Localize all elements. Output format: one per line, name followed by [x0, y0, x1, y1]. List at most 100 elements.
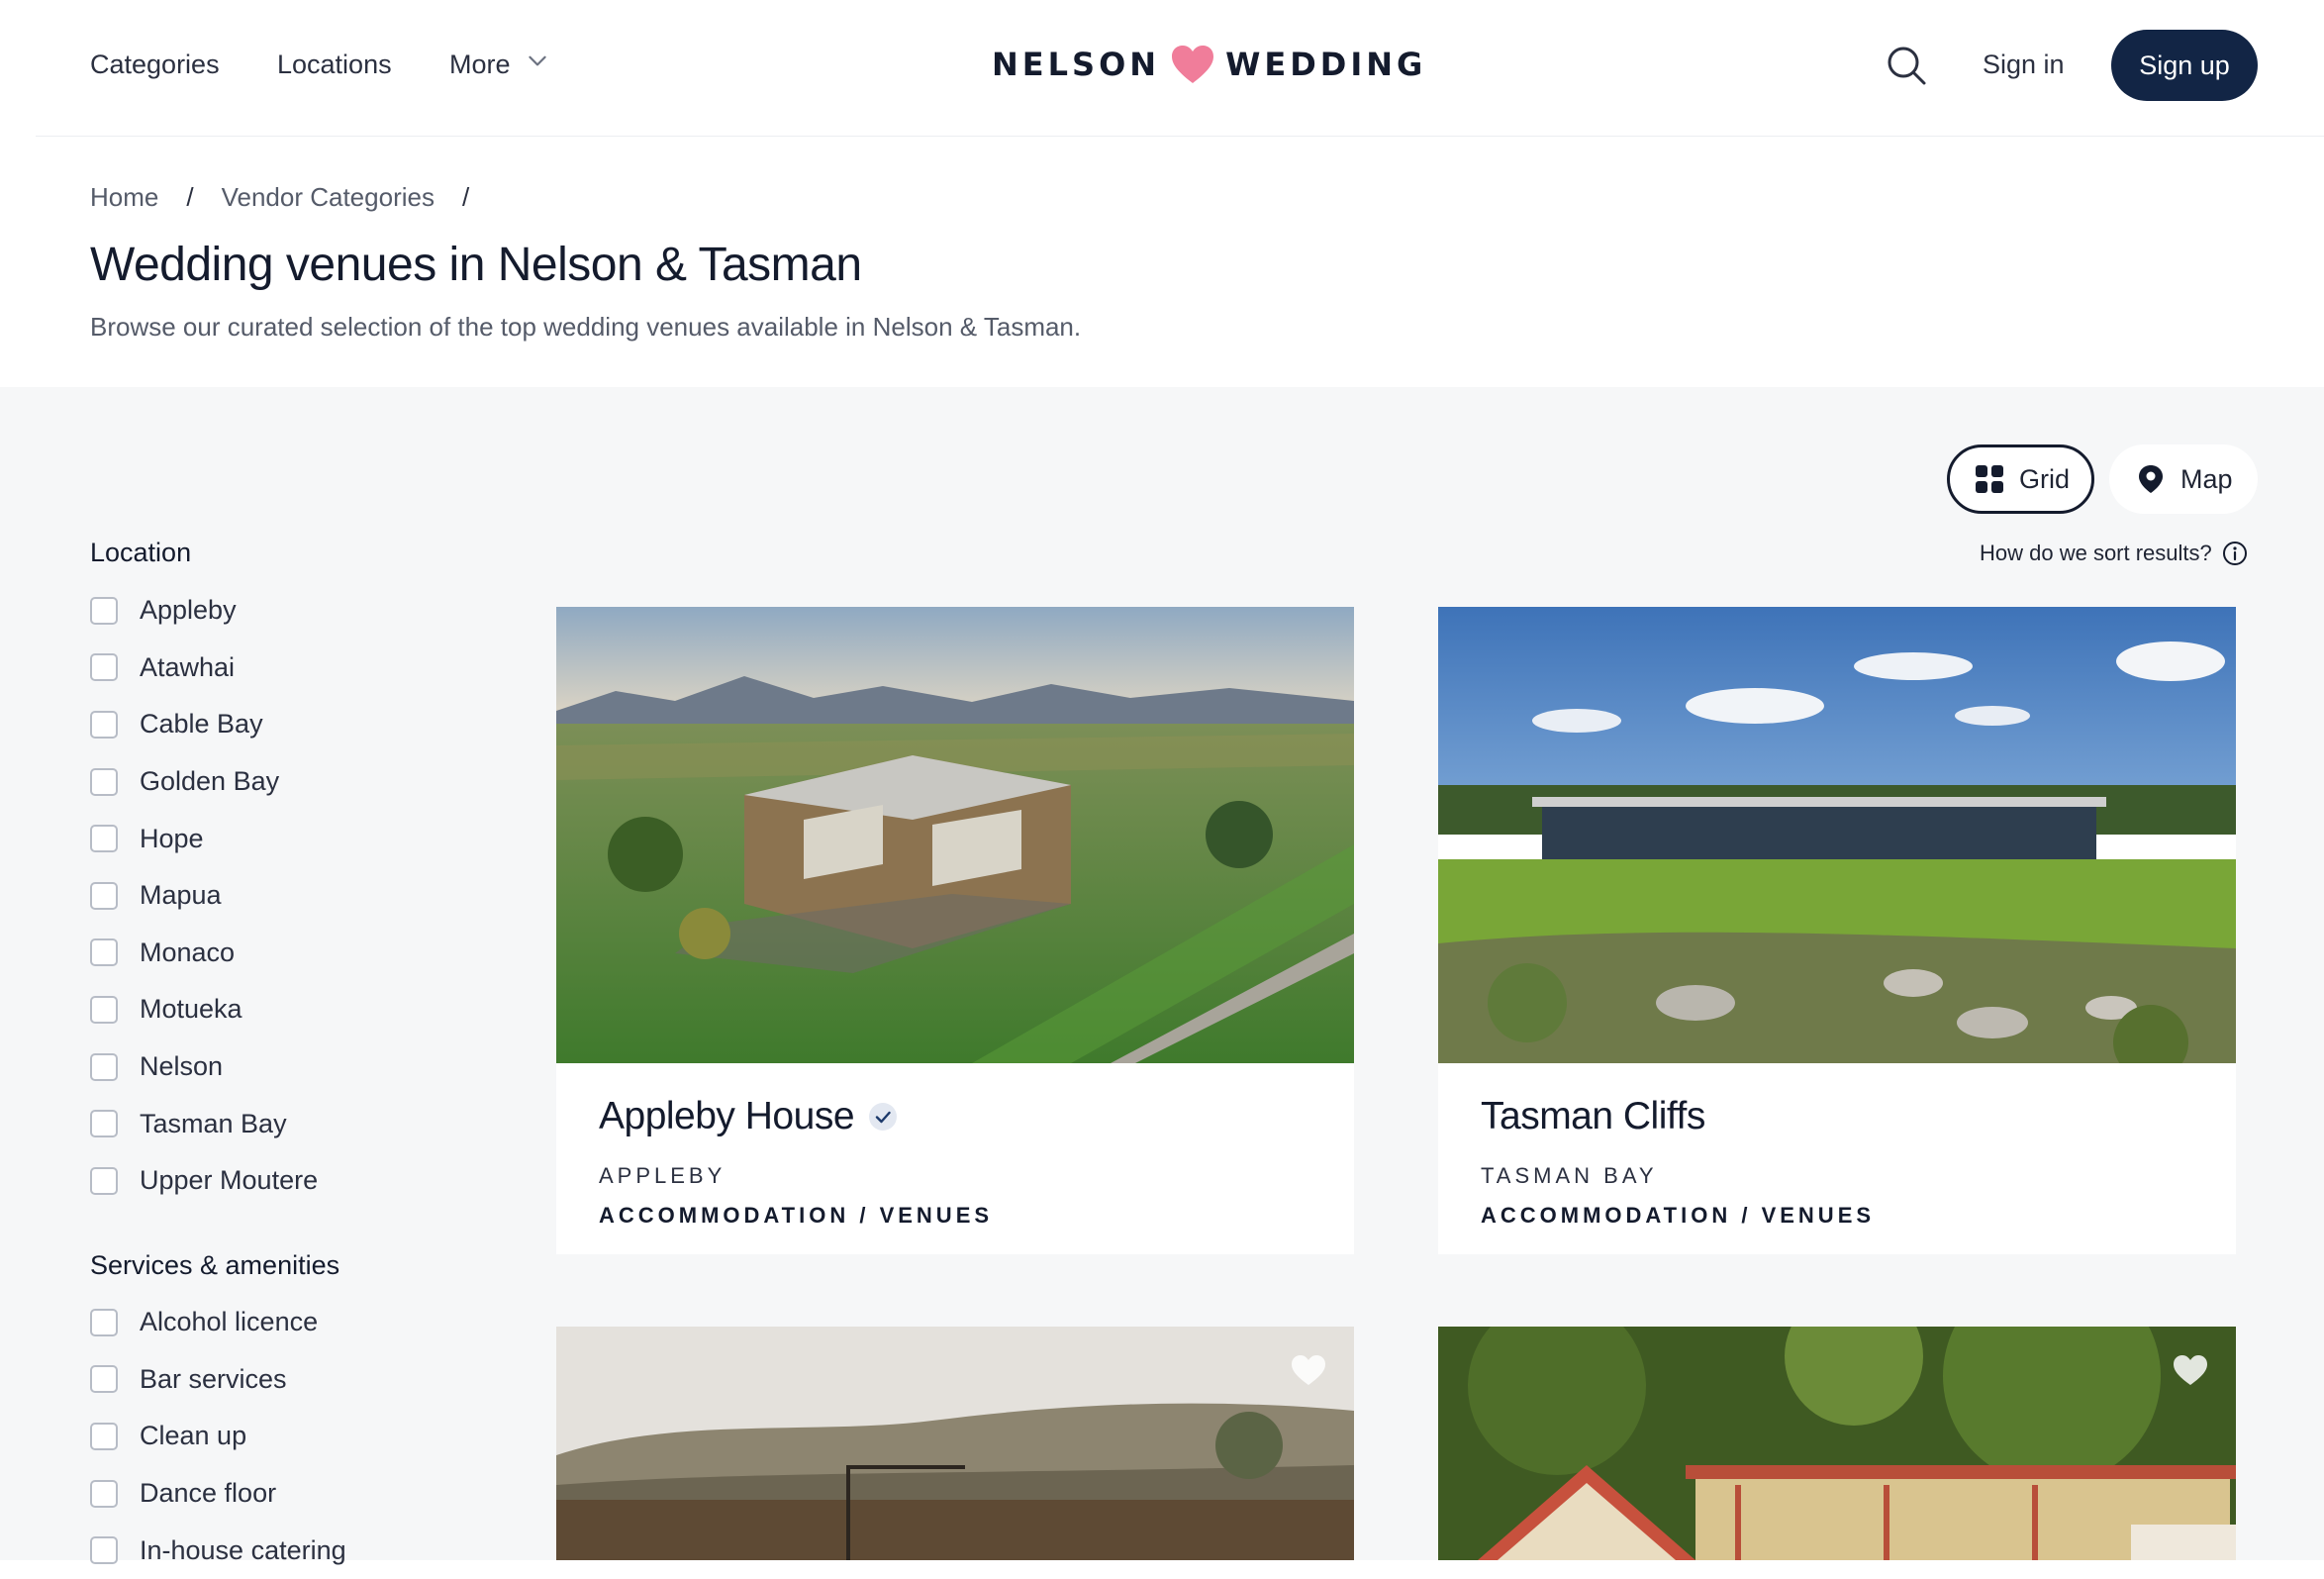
filter-option-label: In-house catering	[140, 1534, 346, 1565]
filter-option-label: Alcohol licence	[140, 1307, 319, 1337]
breadcrumb-home[interactable]: Home	[90, 182, 158, 213]
sort-help-link[interactable]: How do we sort results?	[1980, 541, 2248, 566]
search-button[interactable]	[1885, 44, 1928, 87]
filter-option-clean-up[interactable]: Clean up	[90, 1408, 346, 1465]
checkbox[interactable]	[90, 1479, 118, 1508]
checkbox[interactable]	[90, 938, 118, 967]
site-header: Categories Locations More NELSON WEDDING…	[0, 0, 2324, 137]
venue-name[interactable]: Tasman Cliffs	[1481, 1092, 1705, 1141]
checkbox[interactable]	[90, 1110, 118, 1138]
map-pin-icon	[2135, 463, 2167, 495]
filter-option-dance-floor[interactable]: Dance floor	[90, 1465, 346, 1523]
favorite-button[interactable]	[1289, 1352, 1328, 1388]
favorite-button[interactable]	[2171, 1352, 2210, 1388]
nav-locations[interactable]: Locations	[277, 48, 392, 81]
filter-option-label: Clean up	[140, 1421, 247, 1451]
breadcrumb-vendor-categories[interactable]: Vendor Categories	[222, 182, 435, 213]
services-filter-list: Alcohol licence Bar services Clean up Da…	[90, 1294, 346, 1579]
venue-photo-appleby-house	[556, 607, 1354, 1063]
services-filter-heading: Services & amenities	[90, 1250, 340, 1280]
venue-location: TASMAN BAY	[1481, 1163, 1658, 1188]
filter-option-nelson[interactable]: Nelson	[90, 1038, 318, 1096]
page-title: Wedding venues in Nelson & Tasman	[90, 239, 862, 291]
heart-outline-icon	[2171, 1352, 2210, 1388]
checkbox[interactable]	[90, 825, 118, 853]
filter-option-label: Hope	[140, 823, 204, 853]
search-icon	[1885, 44, 1928, 87]
grid-view-label: Grid	[2019, 463, 2071, 494]
filter-option-label: Bar services	[140, 1363, 287, 1394]
nav-more-dropdown[interactable]: More	[449, 48, 550, 81]
location-filter-heading: Location	[90, 538, 192, 567]
sign-in-link[interactable]: Sign in	[1983, 48, 2065, 81]
filter-option-cable-bay[interactable]: Cable Bay	[90, 696, 318, 753]
checkbox[interactable]	[90, 1308, 118, 1336]
filter-option-tasman-bay[interactable]: Tasman Bay	[90, 1095, 318, 1152]
filter-option-label: Golden Bay	[140, 766, 280, 797]
filter-option-mapua[interactable]: Mapua	[90, 867, 318, 925]
site-logo[interactable]: NELSON WEDDING	[992, 44, 1426, 85]
filter-option-in-house-catering[interactable]: In-house catering	[90, 1522, 346, 1579]
filter-option-label: Cable Bay	[140, 709, 263, 740]
venue-card[interactable]: Appleby House APPLEBY ACCOMMODATION / VE…	[556, 607, 1354, 1254]
map-view-label: Map	[2180, 463, 2233, 494]
checkbox[interactable]	[90, 1166, 118, 1195]
venue-category: ACCOMMODATION / VENUES	[599, 1203, 994, 1228]
checkbox[interactable]	[90, 881, 118, 910]
venue-location: APPLEBY	[599, 1163, 726, 1188]
filter-option-label: Tasman Bay	[140, 1108, 287, 1138]
nav-categories[interactable]: Categories	[90, 48, 220, 81]
filter-option-golden-bay[interactable]: Golden Bay	[90, 753, 318, 811]
checkbox[interactable]	[90, 767, 118, 796]
logo-word-right: WEDDING	[1225, 46, 1427, 83]
sign-up-button[interactable]: Sign up	[2111, 30, 2258, 101]
grid-icon	[1974, 463, 2005, 495]
checkbox[interactable]	[90, 1365, 118, 1394]
filter-option-label: Appleby	[140, 595, 237, 626]
info-icon	[2222, 541, 2248, 566]
checkbox[interactable]	[90, 995, 118, 1024]
grid-view-toggle[interactable]: Grid	[1947, 444, 2094, 514]
filter-option-label: Mapua	[140, 880, 222, 911]
filter-option-atawhai[interactable]: Atawhai	[90, 640, 318, 697]
filter-option-appleby[interactable]: Appleby	[90, 582, 318, 640]
breadcrumb-separator: /	[186, 182, 194, 212]
nav-more-label: More	[449, 49, 511, 79]
filter-option-label: Dance floor	[140, 1478, 277, 1509]
filter-option-label: Upper Moutere	[140, 1165, 319, 1196]
checkbox[interactable]	[90, 1422, 118, 1450]
venue-card[interactable]: Tasman Cliffs TASMAN BAY ACCOMMODATION /…	[1438, 607, 2236, 1254]
heart-outline-icon	[1289, 1352, 1328, 1388]
filter-option-bar-services[interactable]: Bar services	[90, 1351, 346, 1409]
heart-logo-icon	[1170, 44, 1215, 85]
checkbox[interactable]	[90, 1052, 118, 1081]
filter-option-alcohol-licence[interactable]: Alcohol licence	[90, 1294, 346, 1351]
verified-badge-icon	[868, 1102, 898, 1132]
logo-word-left: NELSON	[992, 46, 1161, 83]
header-divider	[36, 136, 2324, 137]
venue-category: ACCOMMODATION / VENUES	[1481, 1203, 1876, 1228]
breadcrumb-separator: /	[461, 182, 470, 212]
chevron-down-icon	[525, 48, 550, 81]
venue-photo-rustic-garden	[556, 1327, 1354, 1560]
venue-name[interactable]: Appleby House	[599, 1092, 898, 1141]
map-view-toggle[interactable]: Map	[2109, 444, 2258, 514]
sort-help-label: How do we sort results?	[1980, 541, 2212, 565]
filter-option-monaco[interactable]: Monaco	[90, 925, 318, 982]
filter-option-motueka[interactable]: Motueka	[90, 981, 318, 1038]
breadcrumb: Home / Vendor Categories /	[90, 182, 497, 213]
venue-card[interactable]	[556, 1327, 1354, 1560]
checkbox[interactable]	[90, 710, 118, 739]
venue-card[interactable]	[1438, 1327, 2236, 1560]
filter-option-label: Nelson	[140, 1051, 224, 1082]
filter-option-upper-moutere[interactable]: Upper Moutere	[90, 1152, 318, 1210]
filter-option-label: Atawhai	[140, 651, 236, 682]
filter-option-label: Monaco	[140, 937, 236, 967]
venue-photo-villa-verandah	[1438, 1327, 2236, 1560]
filter-option-label: Motueka	[140, 994, 242, 1025]
checkbox[interactable]	[90, 653, 118, 682]
location-filter-list: Appleby Atawhai Cable Bay Golden Bay Hop…	[90, 582, 318, 1210]
page-subtitle: Browse our curated selection of the top …	[90, 312, 1082, 342]
filter-option-hope[interactable]: Hope	[90, 810, 318, 867]
checkbox[interactable]	[90, 596, 118, 625]
